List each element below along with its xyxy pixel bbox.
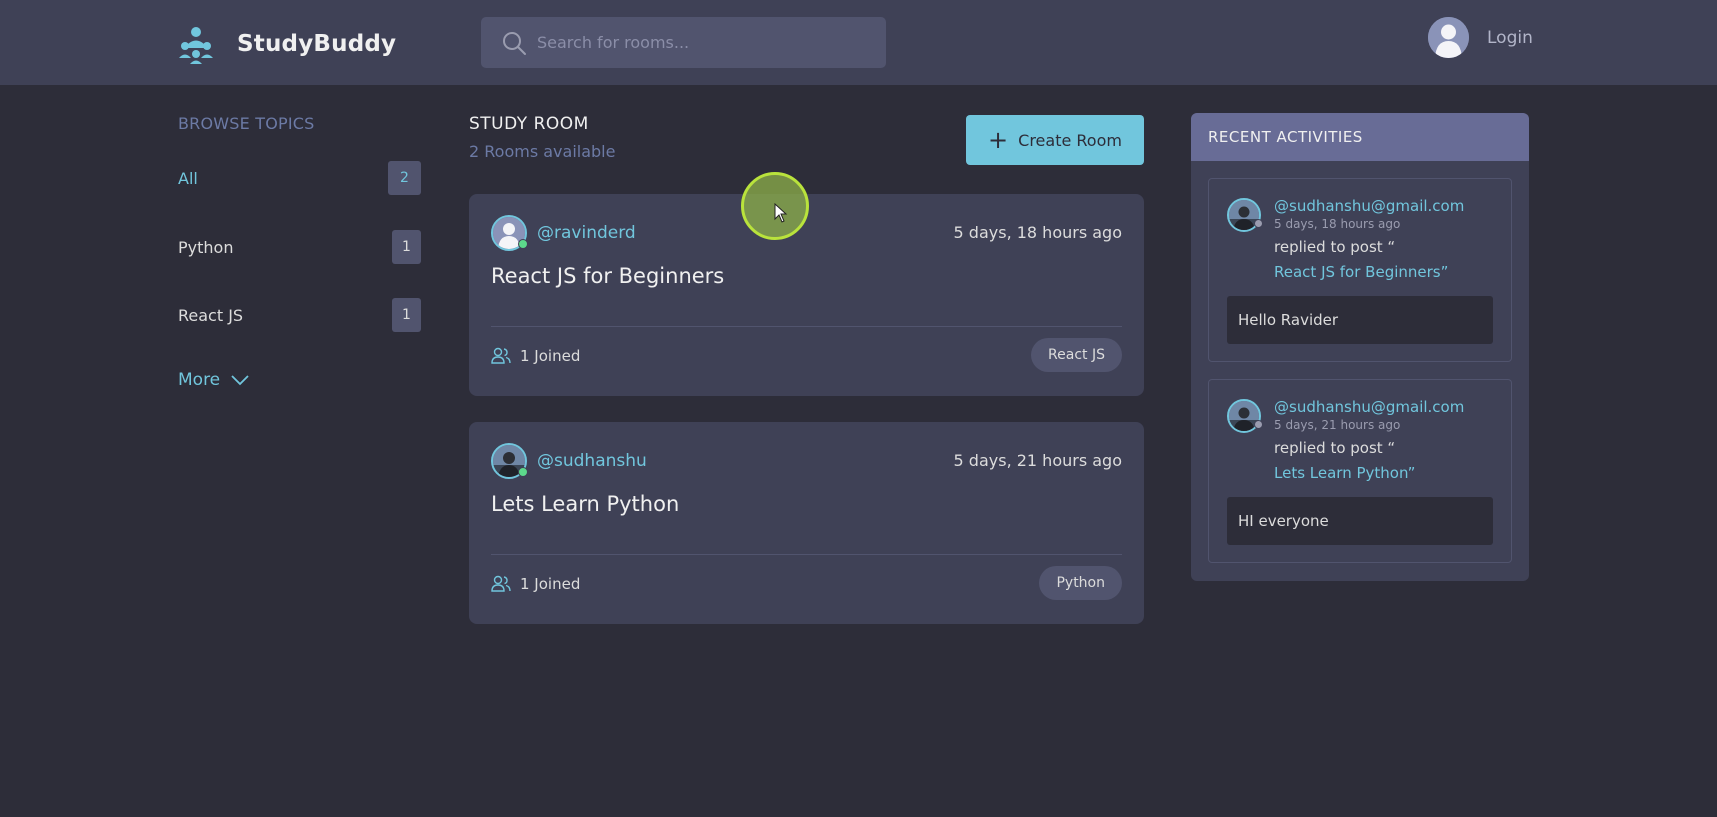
host-avatar bbox=[491, 443, 528, 479]
room-title[interactable]: React JS for Beginners bbox=[491, 264, 724, 288]
status-dot bbox=[1254, 420, 1263, 429]
topics-sidebar: BROWSE TOPICS All 2 Python 1 React JS 1 … bbox=[178, 114, 421, 390]
logo[interactable]: StudyBuddy bbox=[176, 24, 396, 64]
online-status-dot bbox=[518, 467, 528, 477]
activity-timestamp: 5 days, 21 hours ago bbox=[1274, 418, 1401, 432]
activity-message: HI everyone bbox=[1227, 497, 1493, 545]
activity-username[interactable]: @sudhanshu@gmail.com bbox=[1274, 197, 1464, 215]
create-room-button[interactable]: + Create Room bbox=[966, 115, 1144, 165]
status-dot bbox=[1254, 219, 1263, 228]
topic-item-python[interactable]: Python 1 bbox=[178, 230, 421, 264]
more-topics-link[interactable]: More bbox=[178, 370, 250, 390]
topic-count: 1 bbox=[392, 298, 421, 332]
browse-topics-heading: BROWSE TOPICS bbox=[178, 114, 315, 133]
host-username: @ravinderd bbox=[537, 223, 636, 243]
room-topic-tag[interactable]: React JS bbox=[1031, 338, 1122, 372]
activity-post-link[interactable]: Lets Learn Python” bbox=[1274, 464, 1415, 482]
app-name: StudyBuddy bbox=[237, 31, 397, 57]
topic-item-all[interactable]: All 2 bbox=[178, 161, 421, 195]
more-label: More bbox=[178, 370, 221, 390]
activity-username[interactable]: @sudhanshu@gmail.com bbox=[1274, 398, 1464, 416]
search-bar bbox=[481, 17, 886, 68]
room-host[interactable]: @sudhanshu bbox=[491, 443, 647, 479]
mouse-pointer-icon bbox=[774, 203, 788, 223]
activity-timestamp: 5 days, 18 hours ago bbox=[1274, 217, 1401, 231]
page-title: STUDY ROOM bbox=[469, 114, 589, 134]
activity-item: @sudhanshu@gmail.com 5 days, 18 hours ag… bbox=[1208, 178, 1512, 362]
room-card[interactable]: @ravinderd 5 days, 18 hours ago React JS… bbox=[469, 194, 1144, 396]
room-timestamp: 5 days, 21 hours ago bbox=[953, 451, 1122, 470]
users-icon bbox=[491, 575, 511, 592]
topic-count: 2 bbox=[388, 161, 421, 195]
activity-avatar[interactable] bbox=[1227, 198, 1263, 232]
user-silhouette-icon bbox=[1428, 17, 1469, 58]
user-area: Login bbox=[1428, 17, 1533, 58]
search-input[interactable] bbox=[537, 33, 867, 52]
recent-activities-panel: RECENT ACTIVITIES @sudhanshu@gmail.com 5… bbox=[1191, 113, 1529, 581]
activity-item: @sudhanshu@gmail.com 5 days, 21 hours ag… bbox=[1208, 379, 1512, 563]
recent-activities-heading: RECENT ACTIVITIES bbox=[1191, 113, 1529, 161]
host-avatar bbox=[491, 215, 528, 251]
activity-post-link[interactable]: React JS for Beginners” bbox=[1274, 263, 1448, 281]
activity-action: replied to post “ bbox=[1274, 439, 1396, 457]
activity-action: replied to post “ bbox=[1274, 238, 1396, 256]
room-timestamp: 5 days, 18 hours ago bbox=[953, 223, 1122, 242]
topic-label: React JS bbox=[178, 305, 244, 325]
logo-icon bbox=[179, 27, 213, 64]
search-icon bbox=[503, 31, 526, 55]
room-title[interactable]: Lets Learn Python bbox=[491, 492, 679, 516]
activity-message: Hello Ravider bbox=[1227, 296, 1493, 344]
divider bbox=[491, 326, 1122, 327]
login-link[interactable]: Login bbox=[1487, 28, 1533, 48]
plus-icon: + bbox=[988, 126, 1009, 154]
room-topic-tag[interactable]: Python bbox=[1039, 566, 1122, 600]
top-header: StudyBuddy Login bbox=[0, 0, 1717, 85]
chevron-down-icon bbox=[231, 375, 249, 386]
room-participants: 1 Joined bbox=[491, 575, 580, 593]
topic-label: All bbox=[178, 168, 198, 188]
topic-count: 1 bbox=[392, 230, 421, 264]
study-room-header: STUDY ROOM 2 Rooms available bbox=[469, 114, 615, 161]
rooms-available-text: 2 Rooms available bbox=[469, 142, 616, 161]
activity-avatar[interactable] bbox=[1227, 399, 1263, 433]
joined-count: 1 Joined bbox=[520, 575, 581, 593]
topic-item-react-js[interactable]: React JS 1 bbox=[178, 298, 421, 332]
divider bbox=[491, 554, 1122, 555]
users-icon bbox=[491, 347, 511, 364]
room-card[interactable]: @sudhanshu 5 days, 21 hours ago Lets Lea… bbox=[469, 422, 1144, 624]
room-participants: 1 Joined bbox=[491, 347, 580, 365]
joined-count: 1 Joined bbox=[520, 347, 581, 365]
create-room-label: Create Room bbox=[1018, 130, 1122, 150]
topic-label: Python bbox=[178, 237, 234, 257]
room-host[interactable]: @ravinderd bbox=[491, 215, 636, 251]
online-status-dot bbox=[518, 239, 528, 249]
host-username: @sudhanshu bbox=[537, 451, 647, 471]
user-avatar[interactable] bbox=[1428, 17, 1469, 58]
